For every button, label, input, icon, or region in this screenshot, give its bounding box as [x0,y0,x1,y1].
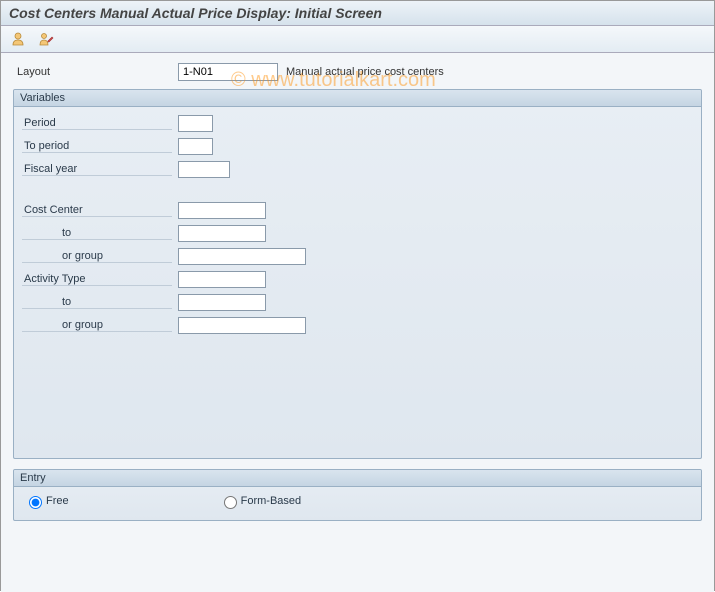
entry-form-label: Form-Based [241,495,302,507]
entry-free-option[interactable]: Free [24,493,69,509]
user-profile-button[interactable] [7,29,29,49]
entry-form-radio[interactable] [224,496,237,509]
layout-input[interactable] [178,63,278,81]
cost-center-group-input[interactable] [178,248,306,265]
fiscal-year-label: Fiscal year [22,163,172,176]
activity-type-label: Activity Type [22,273,172,286]
fiscal-year-input[interactable] [178,161,230,178]
cost-center-label: Cost Center [22,204,172,217]
activity-type-to-label: to [22,296,172,309]
to-period-label: To period [22,140,172,153]
entry-free-radio[interactable] [29,496,42,509]
to-period-input[interactable] [178,138,213,155]
person-pencil-icon [38,31,54,47]
activity-type-to-row: to [22,292,693,313]
period-label: Period [22,117,172,130]
user-edit-button[interactable] [35,29,57,49]
person-icon [10,31,26,47]
activity-type-group-label: or group [22,319,172,332]
activity-type-group-row: or group [22,315,693,336]
entry-group: Entry Free Form-Based [13,469,702,521]
activity-type-to-input[interactable] [178,294,266,311]
activity-type-group-input[interactable] [178,317,306,334]
title-bar: Cost Centers Manual Actual Price Display… [1,1,714,26]
cost-center-to-row: to [22,223,693,244]
toolbar [1,26,714,53]
cost-center-group-label: or group [22,250,172,263]
period-row: Period [22,113,693,134]
layout-description: Manual actual price cost centers [286,66,444,78]
variables-group: Variables Period To period Fiscal year C… [13,89,702,459]
cost-center-row: Cost Center [22,200,693,221]
layout-label: Layout [13,66,178,78]
entry-header: Entry [14,470,701,487]
cost-center-input[interactable] [178,202,266,219]
fiscal-year-row: Fiscal year [22,159,693,180]
to-period-row: To period [22,136,693,157]
page-title: Cost Centers Manual Actual Price Display… [9,5,382,21]
entry-free-label: Free [46,495,69,507]
activity-type-input[interactable] [178,271,266,288]
variables-header: Variables [14,90,701,107]
activity-type-row: Activity Type [22,269,693,290]
entry-form-option[interactable]: Form-Based [219,493,302,509]
period-input[interactable] [178,115,213,132]
layout-row: Layout Manual actual price cost centers [13,63,702,81]
cost-center-group-row: or group [22,246,693,267]
content-area: © www.tutorialkart.com Layout Manual act… [1,53,714,592]
cost-center-to-label: to [22,227,172,240]
cost-center-to-input[interactable] [178,225,266,242]
